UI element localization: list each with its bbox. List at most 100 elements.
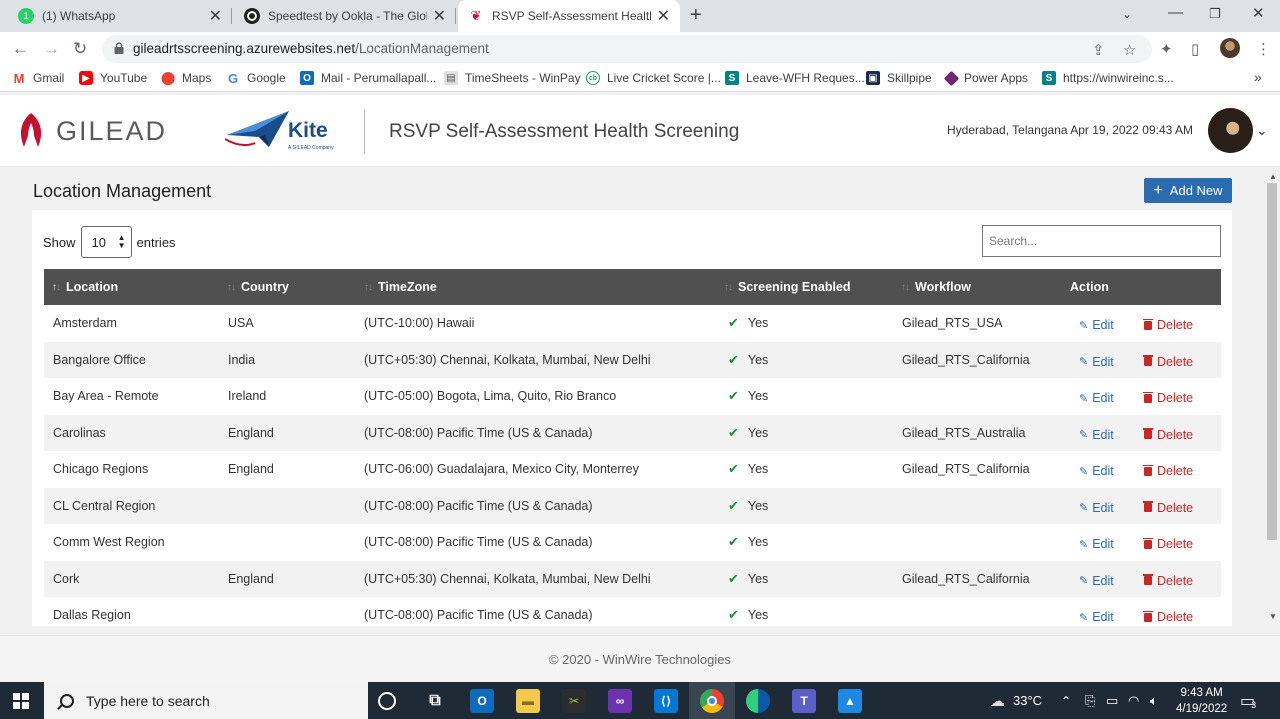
- page-scrollbar[interactable]: ▲ ▼: [1265, 170, 1280, 626]
- windows-start-icon[interactable]: [13, 693, 29, 709]
- edit-link[interactable]: ✎ Edit: [1079, 307, 1114, 344]
- edit-label: Edit: [1092, 391, 1114, 406]
- wifi-icon[interactable]: ◠: [1128, 682, 1139, 719]
- edit-link[interactable]: ✎ Edit: [1079, 599, 1114, 626]
- onedrive-icon[interactable]: ⎘: [1085, 682, 1095, 719]
- edit-link[interactable]: ✎ Edit: [1079, 344, 1114, 381]
- snipping-tool-icon[interactable]: ✂: [562, 689, 586, 713]
- pencil-icon: ✎: [1079, 575, 1089, 588]
- delete-link[interactable]: Delete: [1143, 526, 1193, 563]
- delete-link[interactable]: Delete: [1143, 417, 1193, 454]
- bookmark-leave[interactable]: S Leave-WFH Reques...: [725, 71, 865, 85]
- cortana-icon[interactable]: [378, 692, 396, 710]
- cell-timezone: (UTC-08:00) Pacific Time (US & Canada): [364, 498, 593, 513]
- profile-avatar[interactable]: [1220, 38, 1240, 58]
- bookmark-mail[interactable]: O Mail - Perumallapall...: [300, 71, 436, 85]
- page-length-select[interactable]: 10 ▲ ▼: [80, 226, 132, 258]
- close-tab-icon[interactable]: ✕: [433, 6, 446, 26]
- column-label: Screening Enabled: [738, 280, 851, 294]
- column-timezone[interactable]: ↑↓ TimeZone: [364, 269, 437, 305]
- bookmark-youtube[interactable]: ▶ YouTube: [79, 71, 147, 85]
- notification-center[interactable]: ▭ 3: [1240, 682, 1256, 719]
- scroll-up-icon[interactable]: ▲: [1269, 172, 1277, 181]
- column-workflow[interactable]: ↑↓ Workflow: [901, 269, 971, 305]
- address-bar[interactable]: gileadrtsscreening.azurewebsites.net/Loc…: [102, 35, 1152, 63]
- tab-search-chevron-icon[interactable]: ⌄: [1122, 7, 1132, 21]
- vscode-icon[interactable]: ⟨⟩: [654, 689, 678, 713]
- close-tab-icon[interactable]: ✕: [657, 6, 670, 26]
- volume-icon[interactable]: 🔈︎: [1150, 682, 1158, 719]
- tab-speedtest[interactable]: Speedtest by Ookla - The Global ✕: [234, 0, 456, 32]
- chrome-icon[interactable]: [700, 689, 724, 713]
- page-length-control: Show 10 ▲ ▼ entries: [43, 226, 176, 258]
- delete-link[interactable]: Delete: [1143, 490, 1193, 527]
- trash-icon: [1143, 391, 1153, 403]
- user-avatar[interactable]: [1208, 108, 1253, 153]
- share-icon[interactable]: ⇪: [1092, 41, 1105, 59]
- scrollbar-thumb[interactable]: [1267, 183, 1277, 540]
- edit-link[interactable]: ✎ Edit: [1079, 563, 1114, 600]
- delete-link[interactable]: Delete: [1143, 599, 1193, 626]
- delete-link[interactable]: Delete: [1143, 344, 1193, 381]
- add-new-button[interactable]: + Add New: [1144, 178, 1232, 203]
- tab-rsvp[interactable]: ❦ RSVP Self-Assessment Health Sc ✕: [458, 0, 680, 32]
- column-location[interactable]: ↑↓ Location: [52, 269, 118, 305]
- close-window-icon[interactable]: ✕: [1252, 4, 1265, 22]
- delete-link[interactable]: Delete: [1143, 307, 1193, 344]
- bookmark-star-icon[interactable]: ☆: [1123, 41, 1136, 59]
- cell-country: England: [228, 425, 274, 440]
- bookmark-winwire[interactable]: Shttps://winwireinc.s...: [1042, 71, 1174, 85]
- delete-link[interactable]: Delete: [1143, 453, 1193, 490]
- reload-icon[interactable]: ↻: [73, 39, 87, 59]
- scroll-down-icon[interactable]: ▼: [1269, 612, 1277, 621]
- delete-link[interactable]: Delete: [1143, 563, 1193, 600]
- column-country[interactable]: ↑↓ Country: [227, 269, 289, 305]
- photos-icon[interactable]: ▲: [838, 689, 862, 713]
- weather-widget[interactable]: ☁ 33°C: [990, 682, 1042, 719]
- task-view-icon[interactable]: ⧉: [423, 689, 447, 713]
- maps-pin-icon: ⬤: [160, 70, 176, 85]
- side-panel-icon[interactable]: ▯: [1191, 40, 1199, 58]
- show-hidden-icons-icon[interactable]: ⌃: [1061, 682, 1071, 719]
- taskbar-clock[interactable]: 9:43 AM 4/19/2022: [1176, 685, 1227, 717]
- forward-icon[interactable]: →: [43, 39, 60, 59]
- edit-link[interactable]: ✎ Edit: [1079, 380, 1114, 417]
- teams-icon[interactable]: T: [792, 689, 816, 713]
- pencil-icon: ✎: [1079, 429, 1089, 442]
- new-tab-icon[interactable]: +: [690, 4, 702, 27]
- bookmark-cricket[interactable]: cb Live Cricket Score |...: [586, 71, 721, 85]
- taskbar-search-box[interactable]: Type here to search: [44, 682, 368, 719]
- battery-icon[interactable]: ▭: [1106, 682, 1118, 719]
- edit-link[interactable]: ✎ Edit: [1079, 417, 1114, 454]
- bookmark-maps[interactable]: ⬤ Maps: [160, 70, 212, 85]
- edit-link[interactable]: ✎ Edit: [1079, 453, 1114, 490]
- bookmark-skillpipe[interactable]: ▣ Skillpipe: [866, 71, 932, 85]
- bookmark-timesheets[interactable]: ▤ TimeSheets - WinPay: [444, 71, 581, 85]
- file-explorer-icon[interactable]: ▬: [516, 689, 540, 713]
- column-screening-enabled[interactable]: ↑↓ Screening Enabled: [724, 269, 851, 305]
- delete-link[interactable]: Delete: [1143, 380, 1193, 417]
- chevron-down-icon[interactable]: ⌄: [1256, 122, 1268, 139]
- more-bookmarks-icon[interactable]: »: [1254, 69, 1262, 85]
- extensions-icon[interactable]: ✦: [1160, 40, 1173, 58]
- gilead-leaf-icon: [20, 113, 42, 147]
- visual-studio-icon[interactable]: ∞: [608, 689, 632, 713]
- bookmark-powerapps[interactable]: Power Apps: [943, 70, 1028, 86]
- search-input[interactable]: [982, 225, 1221, 257]
- edit-link[interactable]: ✎ Edit: [1079, 526, 1114, 563]
- back-icon[interactable]: ←: [12, 39, 29, 59]
- bookmark-google[interactable]: G Google: [226, 71, 286, 86]
- notification-count: 3: [1251, 699, 1257, 710]
- minimize-icon[interactable]: —: [1168, 4, 1183, 21]
- edit-link[interactable]: ✎ Edit: [1079, 490, 1114, 527]
- restore-icon[interactable]: ❐: [1209, 6, 1221, 22]
- sort-icon: ↑↓: [724, 281, 733, 293]
- edge-icon[interactable]: [746, 689, 770, 713]
- close-tab-icon[interactable]: ✕: [209, 6, 222, 26]
- tab-whatsapp[interactable]: 1 (1) WhatsApp ✕: [8, 0, 232, 32]
- cell-location: Dallas Region: [53, 608, 131, 623]
- gilead-logo[interactable]: GILEAD: [16, 111, 167, 151]
- bookmark-gmail[interactable]: M Gmail: [12, 71, 65, 86]
- outlook-taskbar-icon[interactable]: O: [470, 689, 494, 713]
- menu-icon[interactable]: ⋮: [1256, 40, 1271, 58]
